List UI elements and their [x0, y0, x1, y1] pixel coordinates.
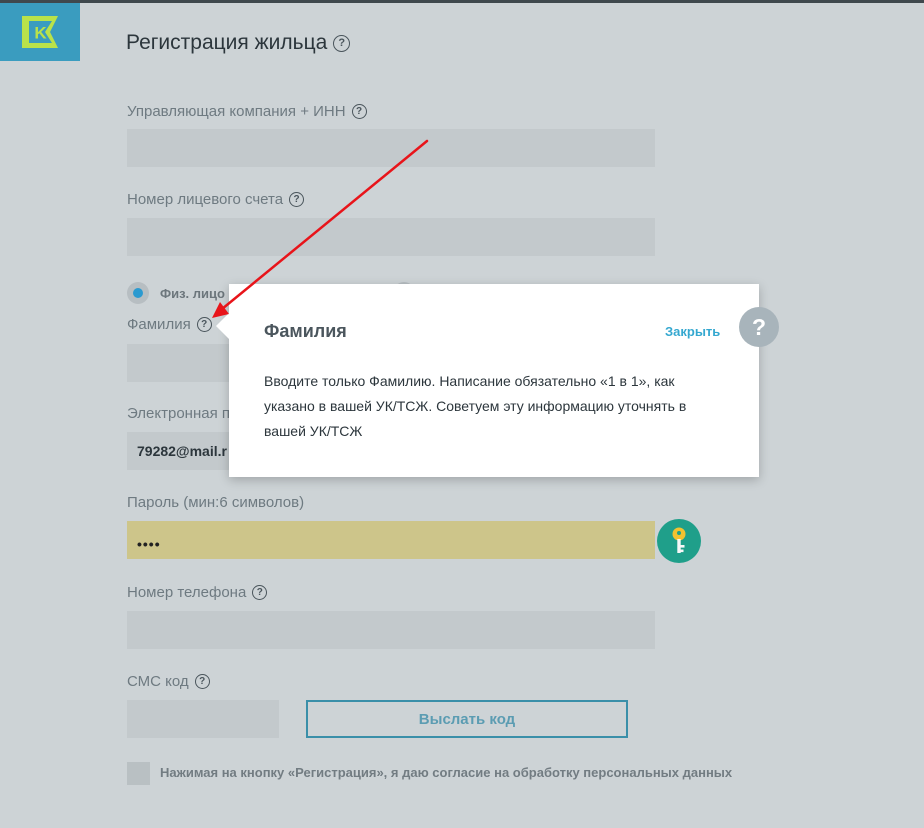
red-annotation-arrow: [212, 139, 429, 318]
